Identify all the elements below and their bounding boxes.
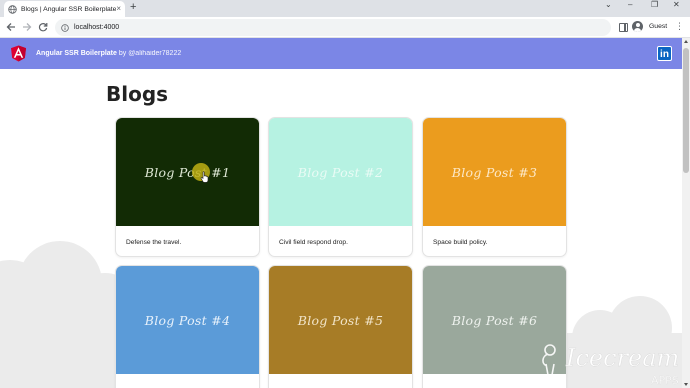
watermark-line2: APPS <box>651 374 679 387</box>
blog-card-image-text: Blog Post #5 <box>297 312 384 328</box>
app-title[interactable]: Angular SSR Boilerplate by @alihaider782… <box>36 50 181 57</box>
tab-close-icon[interactable]: × <box>116 5 121 13</box>
close-window-button[interactable]: ✕ <box>673 1 680 9</box>
angular-logo-icon[interactable] <box>11 45 26 62</box>
address-bar[interactable]: localhost:4000 <box>55 19 611 36</box>
browser-tab[interactable]: Blogs | Angular SSR Boilerplate × <box>4 1 125 17</box>
maximize-button[interactable]: ❐ <box>651 1 658 9</box>
blog-card[interactable]: Blog Post #2 Civil field respond drop. <box>268 117 413 257</box>
blog-card-excerpt: Civil field respond drop. <box>279 238 348 246</box>
side-panel-icon[interactable] <box>619 23 628 32</box>
blog-card-body <box>269 374 412 388</box>
blog-card-image[interactable]: Blog Post #2 <box>269 118 412 226</box>
blog-card[interactable]: Blog Post #5 <box>268 265 413 388</box>
watermark-line1: Icecream <box>565 344 679 372</box>
app-title-text: Angular SSR Boilerplate <box>36 50 117 57</box>
scroll-down-arrow-icon[interactable] <box>684 383 688 386</box>
blog-card-image[interactable]: Blog Post #1 <box>116 118 259 226</box>
url-text[interactable]: localhost:4000 <box>74 24 119 31</box>
back-arrow-icon[interactable] <box>5 21 17 33</box>
blog-card-excerpt: Space build policy. <box>433 238 488 246</box>
blog-card-body: Defense the travel. <box>116 226 259 256</box>
hand-cursor-icon <box>200 171 209 183</box>
blog-card-image-text: Blog Post #6 <box>451 312 538 328</box>
browser-menu-icon[interactable]: ⋮ <box>675 22 684 31</box>
blog-card-body: Civil field respond drop. <box>269 226 412 256</box>
page-viewport: Angular SSR Boilerplate by @alihaider782… <box>0 38 682 388</box>
app-author: by @alihaider78222 <box>118 50 182 57</box>
blog-card-image-text: Blog Post #3 <box>451 164 538 180</box>
blog-card-image[interactable]: Blog Post #4 <box>116 266 259 374</box>
blog-card[interactable]: Blog Post #4 <box>115 265 260 388</box>
blog-card-image-text: Blog Post #2 <box>297 164 384 180</box>
globe-icon <box>8 4 17 14</box>
blog-card-body: Space build policy. <box>423 226 566 256</box>
blog-card-excerpt: Defense the travel. <box>126 238 182 246</box>
scrollbar[interactable] <box>682 38 690 388</box>
reload-icon[interactable] <box>37 21 49 33</box>
minimize-button[interactable]: – <box>628 1 632 9</box>
profile-label: Guest <box>649 23 668 30</box>
scroll-up-arrow-icon[interactable] <box>684 40 688 43</box>
linkedin-icon[interactable]: in <box>657 46 672 61</box>
blog-card[interactable]: Blog Post #3 Space build policy. <box>422 117 567 257</box>
blog-card-body <box>116 374 259 388</box>
scrollbar-thumb[interactable] <box>683 48 689 173</box>
profile-icon <box>632 21 643 32</box>
watermark-logo: Icecream APPS <box>542 344 680 387</box>
blog-card-image-text: Blog Post #4 <box>144 312 231 328</box>
tab-search-icon[interactable]: ⌄ <box>605 1 612 9</box>
browser-tabstrip: Blogs | Angular SSR Boilerplate × + ⌄ – … <box>0 0 690 17</box>
page-title: Blogs <box>106 82 169 106</box>
browser-toolbar: localhost:4000 Guest ⋮ <box>0 17 690 38</box>
blog-card-image[interactable]: Blog Post #3 <box>423 118 566 226</box>
blog-card[interactable]: Blog Post #1 Defense the travel. <box>115 117 260 257</box>
tab-title: Blogs | Angular SSR Boilerplate <box>21 5 117 13</box>
blog-card-image[interactable]: Blog Post #5 <box>269 266 412 374</box>
profile-button[interactable]: Guest <box>632 21 667 32</box>
blog-card-image-text: Blog Post #1 <box>144 164 231 180</box>
info-icon[interactable] <box>61 19 69 37</box>
app-header: Angular SSR Boilerplate by @alihaider782… <box>0 38 682 69</box>
new-tab-button[interactable]: + <box>130 2 136 13</box>
forward-arrow-icon[interactable] <box>21 21 33 33</box>
